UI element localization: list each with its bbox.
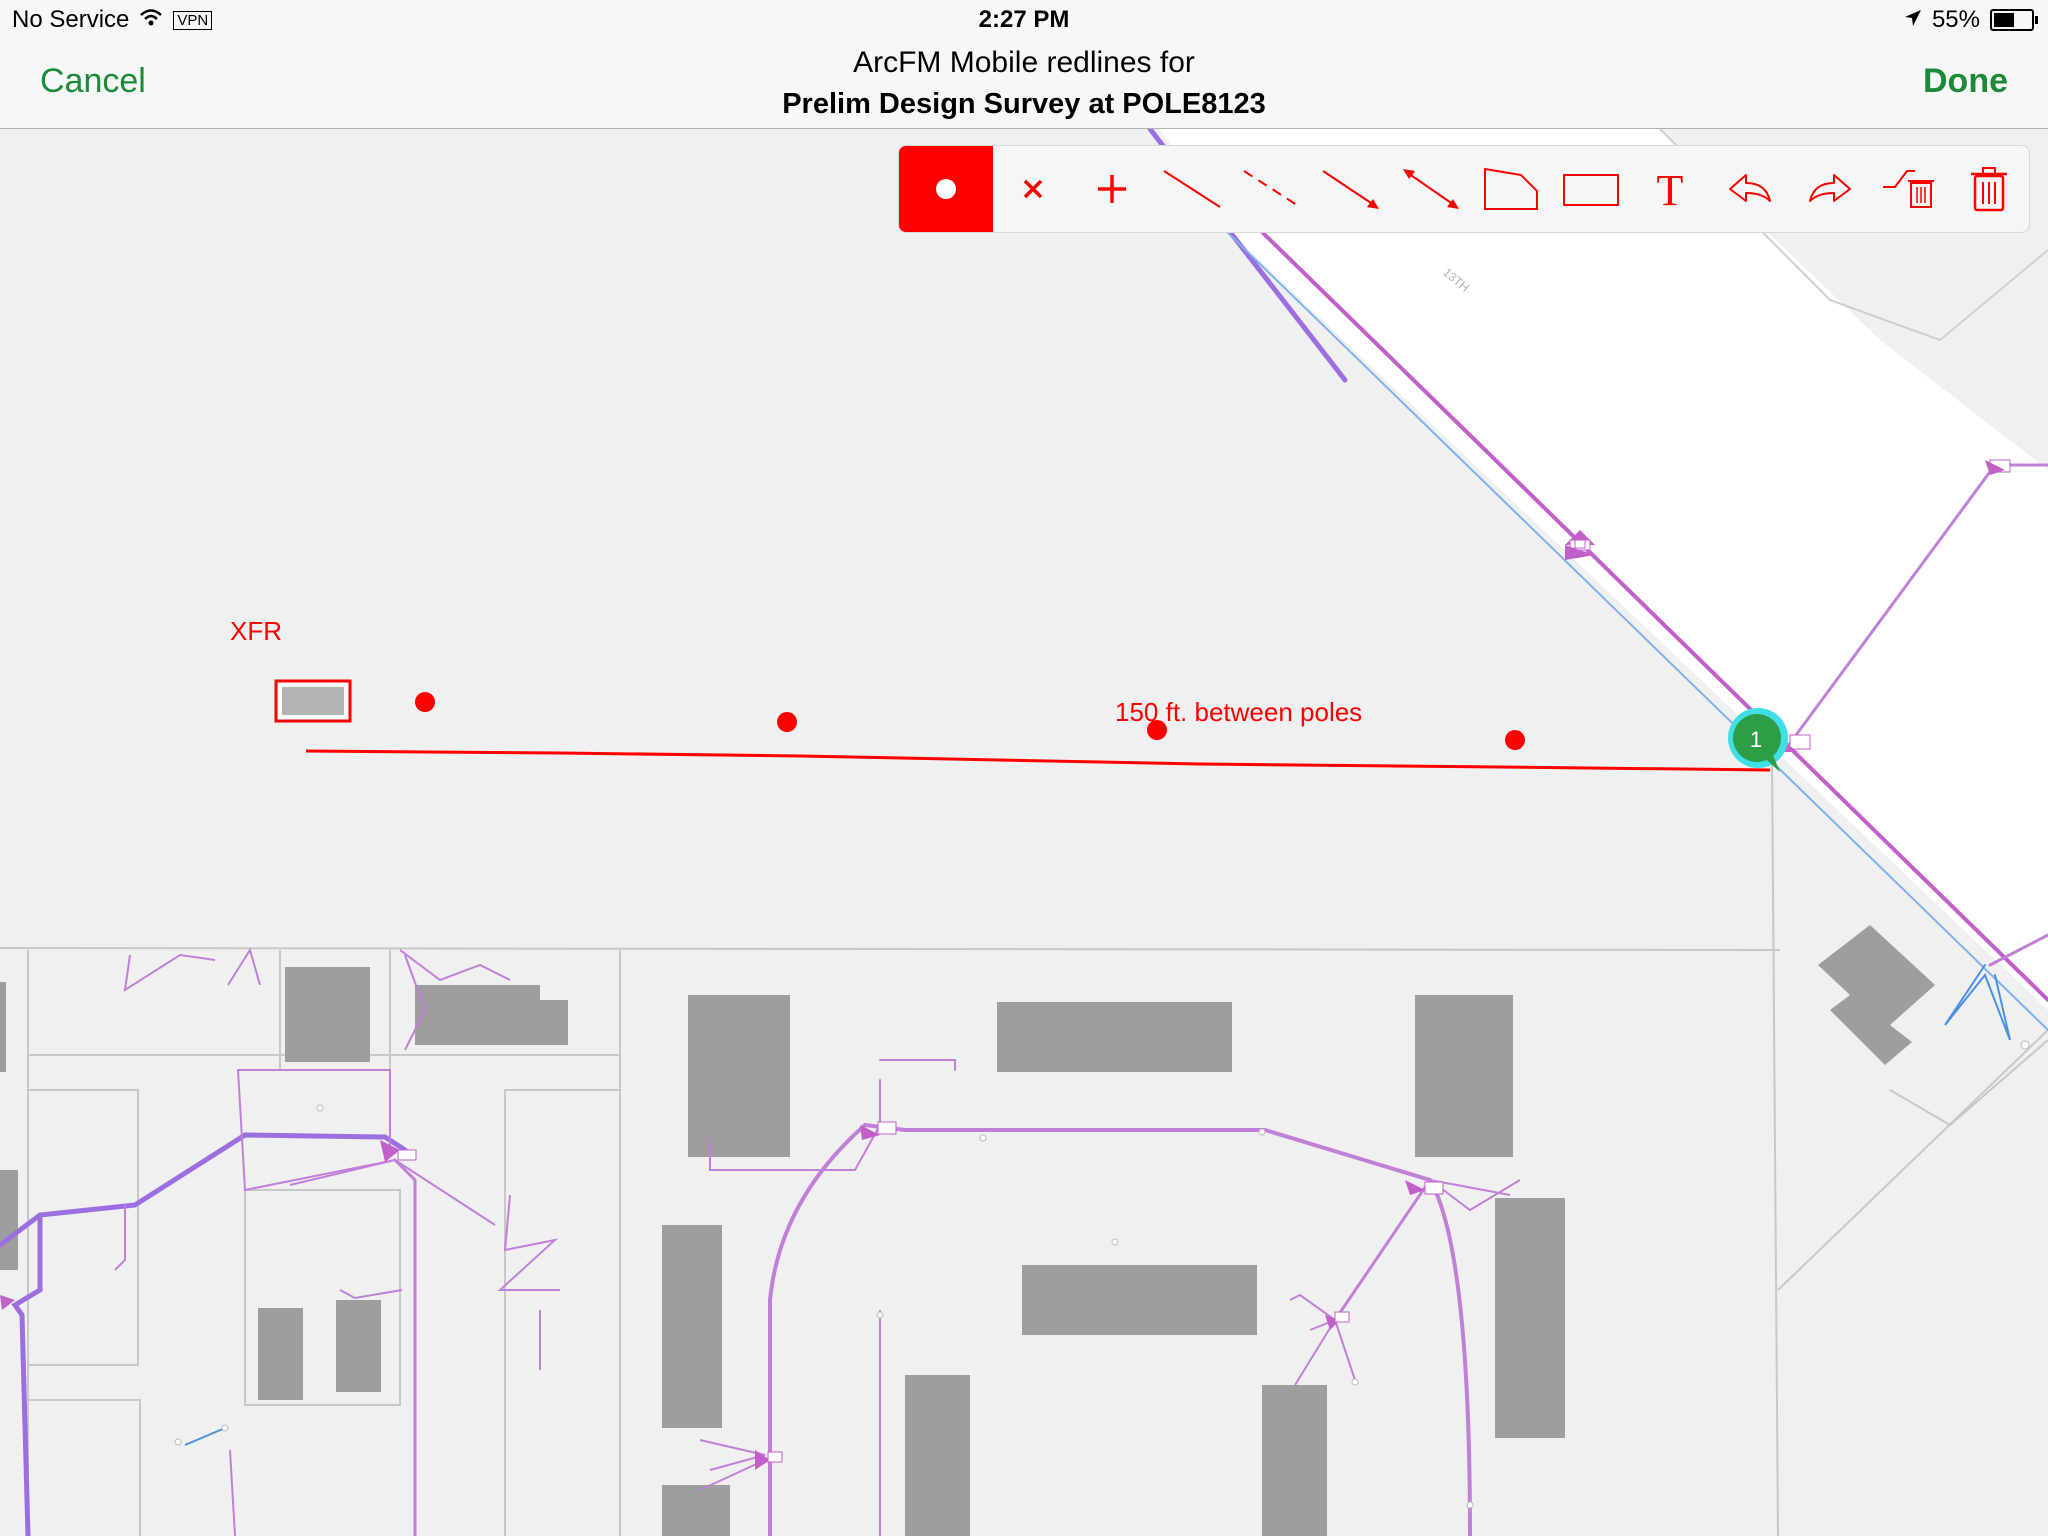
line-icon	[1163, 170, 1221, 208]
status-bar: No Service VPN 2:27 PM 55%	[0, 0, 2048, 40]
arrow-line-tool[interactable]	[1312, 146, 1392, 232]
arrow-line-icon	[1322, 170, 1380, 209]
status-right: 55%	[1904, 6, 2038, 34]
trash-tool[interactable]	[1949, 146, 2029, 232]
map-view[interactable]: 13TH 1	[0, 129, 2048, 1536]
battery-percent: 55%	[1931, 6, 1980, 33]
redline-point[interactable]	[415, 692, 435, 712]
redo-tool[interactable]	[1790, 146, 1870, 232]
double-arrow-icon	[1403, 169, 1460, 209]
plus-icon	[1098, 175, 1127, 203]
svg-text:T: T	[1657, 167, 1684, 211]
delete-selected-tool[interactable]	[1870, 146, 1950, 232]
dashed-line-tool[interactable]	[1232, 146, 1312, 232]
redline-toolbar: T	[898, 145, 2030, 233]
location-icon	[1904, 6, 1922, 34]
xfr-label: XFR	[230, 616, 282, 646]
nav-subtitle: Prelim Design Survey at POLE8123	[782, 88, 1266, 120]
text-tool[interactable]: T	[1630, 146, 1710, 232]
x-mark-icon	[1023, 179, 1042, 199]
nav-title: ArcFM Mobile redlines for	[853, 46, 1195, 79]
rectangle-icon	[1562, 174, 1619, 206]
marker-number: 1	[1750, 727, 1762, 752]
text-icon: T	[1657, 167, 1684, 211]
battery-icon	[1990, 9, 2038, 31]
dashed-line-icon	[1243, 170, 1301, 208]
done-button[interactable]: Done	[1923, 62, 2008, 101]
status-time: 2:27 PM	[978, 6, 1070, 33]
undo-tool[interactable]	[1710, 146, 1790, 232]
trash-icon	[1971, 167, 2008, 212]
point-icon	[935, 179, 956, 199]
redo-icon	[1808, 174, 1851, 202]
point-tool[interactable]	[899, 146, 993, 232]
nav-bar: Cancel ArcFM Mobile redlines for Prelim …	[0, 40, 2048, 129]
double-arrow-line-tool[interactable]	[1391, 146, 1471, 232]
plus-tool[interactable]	[1072, 146, 1152, 232]
polygon-tool[interactable]	[1471, 146, 1551, 232]
redline-point[interactable]	[777, 712, 797, 732]
battery-fill	[1994, 13, 2014, 27]
rectangle-tool[interactable]	[1551, 146, 1631, 232]
undo-icon	[1729, 174, 1771, 202]
distance-label: 150 ft. between poles	[1115, 697, 1363, 727]
polygon-icon	[1483, 167, 1538, 210]
delete-selected-icon	[1883, 170, 1935, 208]
line-tool[interactable]	[1152, 146, 1232, 232]
redline-point[interactable]	[1505, 730, 1525, 750]
x-mark-tool[interactable]	[993, 146, 1073, 232]
